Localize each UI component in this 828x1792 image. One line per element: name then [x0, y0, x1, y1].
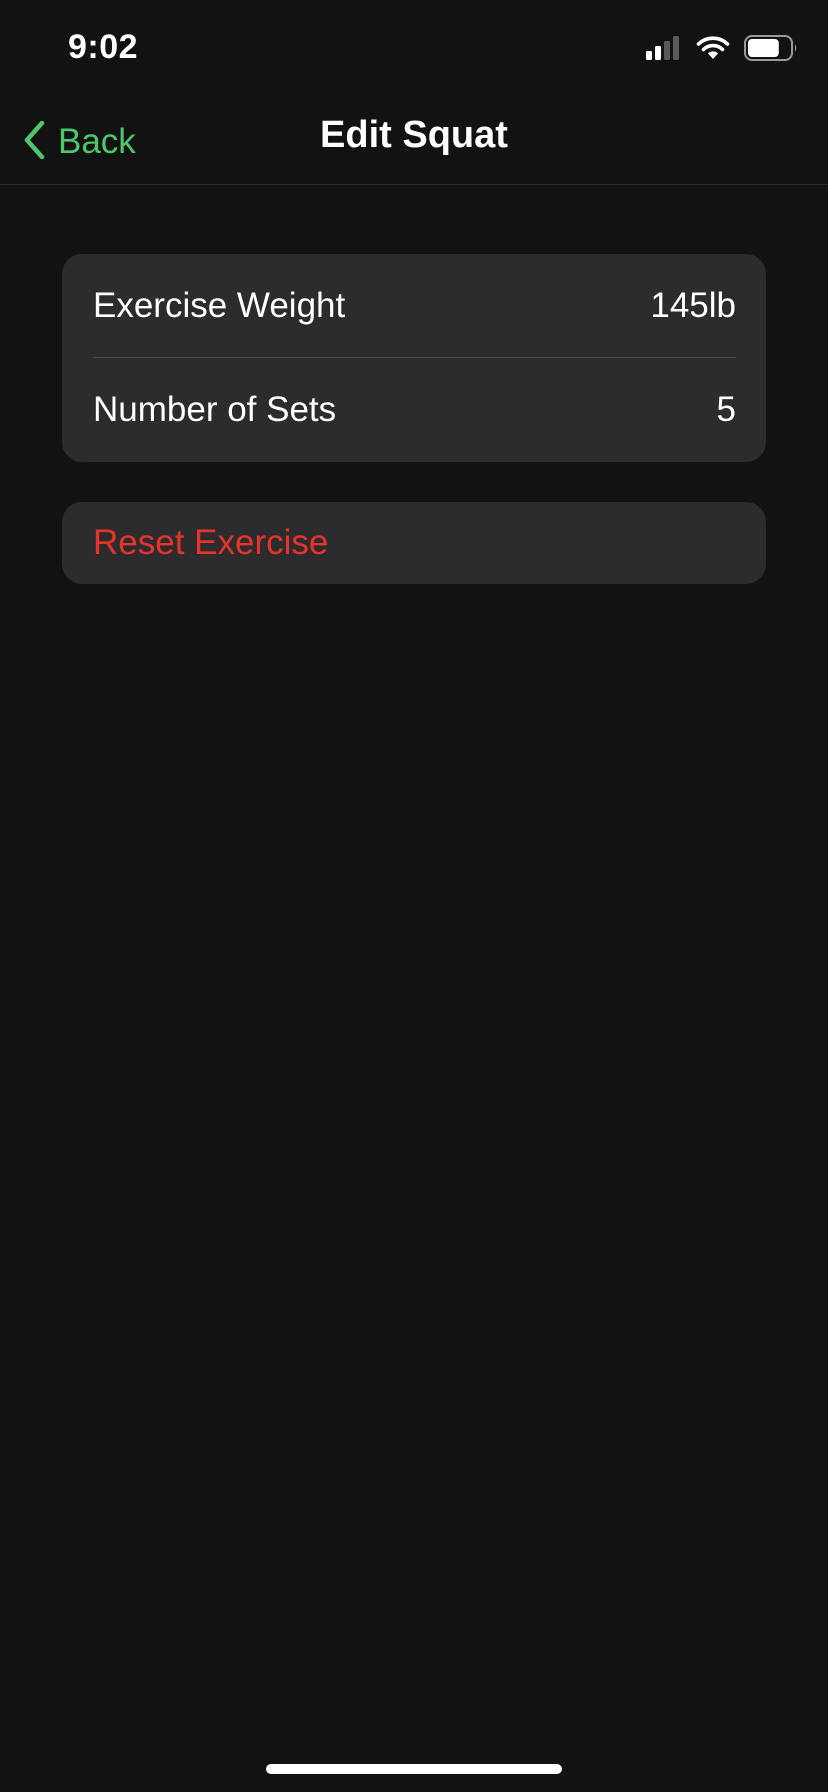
- chevron-left-icon: [22, 120, 46, 165]
- status-bar: 9:02: [0, 0, 828, 100]
- exercise-weight-value: 145lb: [650, 286, 736, 325]
- exercise-weight-row[interactable]: Exercise Weight 145lb: [62, 254, 766, 358]
- nav-bar: Edit Squat Back: [0, 100, 828, 185]
- back-label: Back: [58, 122, 136, 161]
- status-icons: [646, 34, 798, 66]
- signal-icon: [646, 35, 682, 65]
- reset-exercise-label: Reset Exercise: [93, 523, 329, 562]
- status-time: 9:02: [68, 28, 139, 66]
- number-of-sets-value: 5: [716, 390, 736, 429]
- home-indicator[interactable]: [266, 1764, 562, 1774]
- wifi-icon: [696, 35, 730, 66]
- exercise-weight-label: Exercise Weight: [93, 286, 346, 325]
- reset-group: Reset Exercise: [62, 502, 766, 584]
- battery-icon: [744, 34, 798, 66]
- number-of-sets-label: Number of Sets: [93, 390, 337, 429]
- back-button[interactable]: Back: [22, 120, 136, 164]
- number-of-sets-row[interactable]: Number of Sets 5: [62, 358, 766, 462]
- reset-exercise-button[interactable]: Reset Exercise: [62, 502, 766, 584]
- exercise-settings-group: Exercise Weight 145lb Number of Sets 5: [62, 254, 766, 462]
